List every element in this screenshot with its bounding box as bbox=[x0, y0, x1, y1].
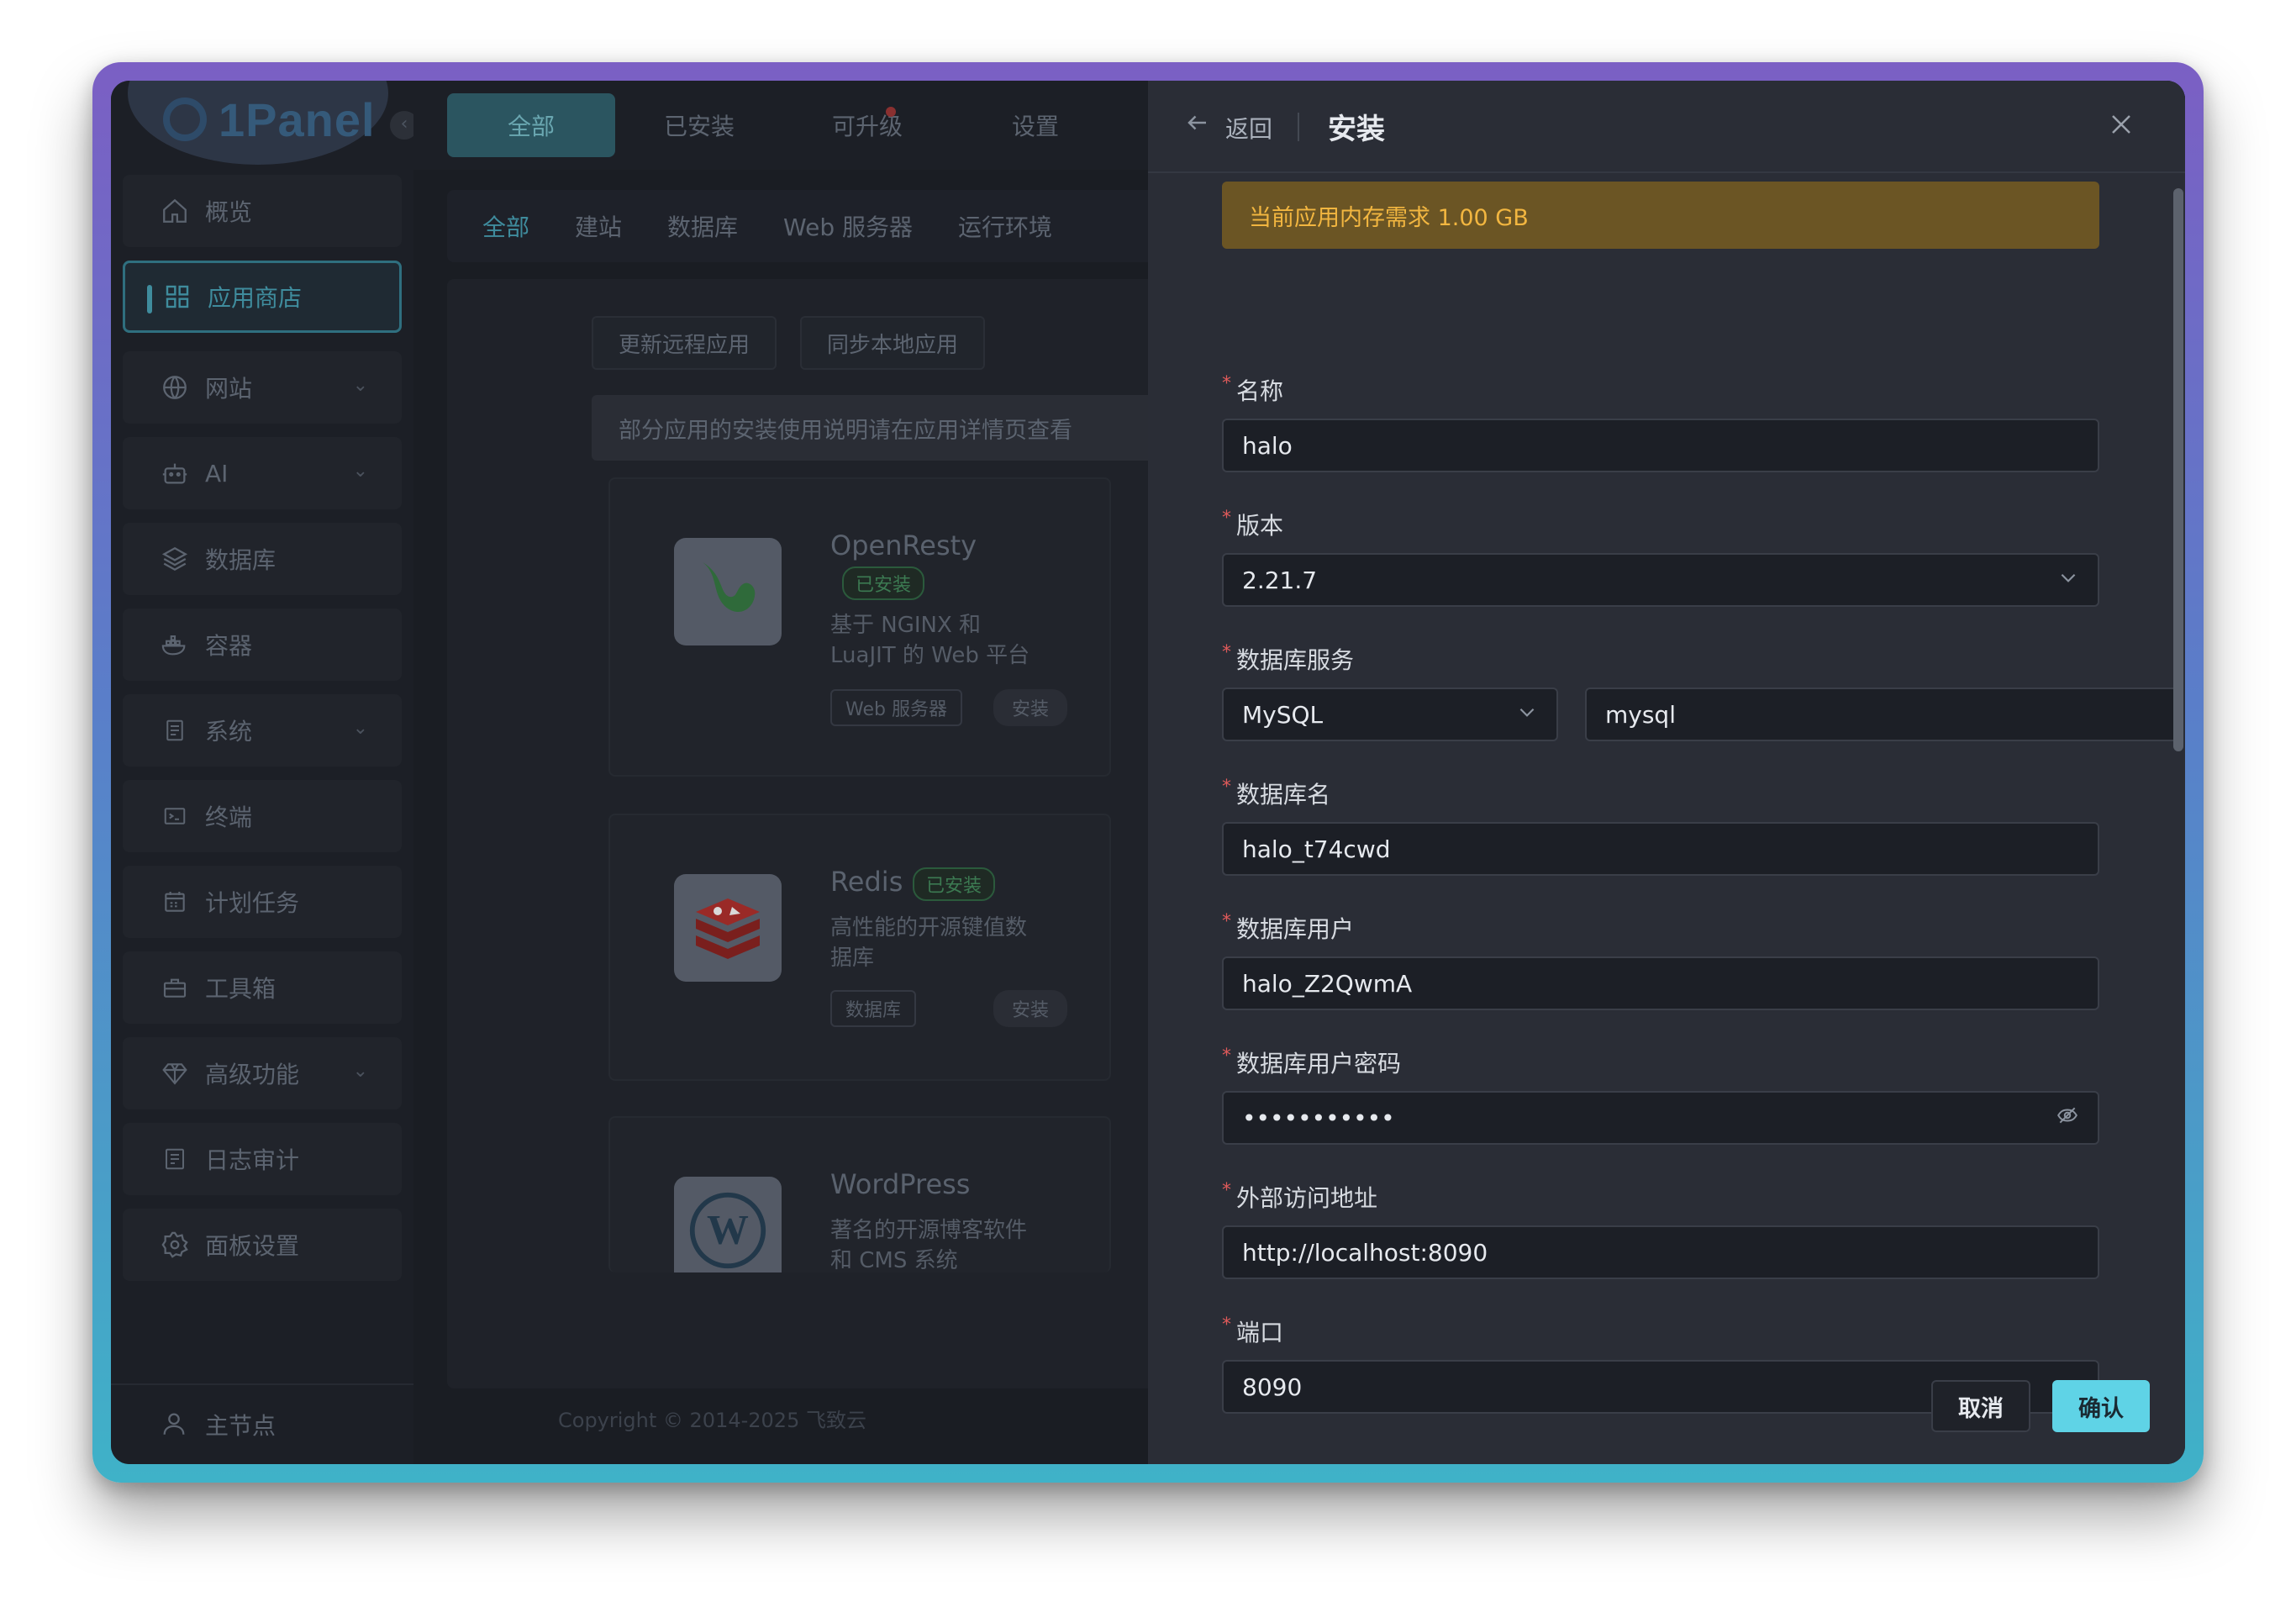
close-icon[interactable] bbox=[2103, 106, 2140, 143]
db-service-label: * 数据库服务 bbox=[1222, 642, 1355, 674]
layers-icon bbox=[160, 544, 190, 574]
db-name-label: * 数据库名 bbox=[1222, 777, 1331, 809]
sidebar-item-terminal[interactable]: 终端 bbox=[123, 780, 402, 852]
tab-all[interactable]: 全部 bbox=[447, 93, 615, 157]
sidebar-item-container[interactable]: 容器 bbox=[123, 609, 402, 681]
sync-local-apps-button[interactable]: 同步本地应用 bbox=[800, 316, 986, 370]
redis-logo bbox=[674, 874, 782, 982]
app-description: 高性能的开源键值数 据库 bbox=[830, 915, 1028, 971]
robot-icon bbox=[160, 458, 190, 488]
db-user-input[interactable]: halo_Z2QwmA bbox=[1222, 956, 2099, 1010]
scrollbar-thumb[interactable] bbox=[2173, 188, 2183, 751]
sidebar-item-ai[interactable]: AI ⌄ bbox=[123, 437, 402, 509]
toolbox-icon bbox=[160, 972, 190, 1003]
user-icon bbox=[160, 1409, 190, 1440]
memory-requirement-alert: 当前应用内存需求 1.00 GB bbox=[1222, 182, 2099, 249]
home-icon bbox=[160, 196, 190, 226]
chevron-down-icon: ⌄ bbox=[352, 461, 368, 482]
installed-badge: 已安装 bbox=[842, 566, 925, 600]
category-runtime[interactable]: 运行环境 bbox=[940, 201, 1071, 251]
app-description: 著名的开源博客软件 和 CMS 系统 bbox=[830, 1218, 1028, 1272]
update-remote-apps-button[interactable]: 更新远程应用 bbox=[592, 316, 777, 370]
sidebar-item-app-store[interactable]: 应用商店 bbox=[123, 261, 402, 333]
install-button[interactable]: 安装 bbox=[993, 990, 1068, 1027]
globe-icon bbox=[160, 372, 190, 403]
logo: 1Panel ‹ bbox=[111, 81, 419, 165]
db-password-label: * 数据库用户密码 bbox=[1222, 1046, 1402, 1077]
name-input[interactable]: halo bbox=[1222, 419, 2099, 472]
sidebar-menu: 概览 应用商店 网站 ⌄ AI ⌄ 数据库 容器 系统 ⌄ 终端 计划任务 工具… bbox=[123, 175, 402, 1294]
install-drawer: 返回 安装 当前应用内存需求 1.00 GB * 名称 halo * 版本 2.21… bbox=[1148, 81, 2185, 1464]
calendar-icon bbox=[160, 887, 190, 917]
tab-settings[interactable]: 设置 bbox=[951, 93, 1119, 157]
sidebar-item-overview[interactable]: 概览 bbox=[123, 175, 402, 247]
category-tag: Web 服务器 bbox=[830, 689, 962, 726]
db-type-select[interactable]: MySQL bbox=[1222, 688, 1558, 741]
db-name-input[interactable]: halo_t74cwd bbox=[1222, 822, 2099, 876]
vertical-scrollbar[interactable] bbox=[2173, 175, 2185, 1419]
app-window: 1Panel ‹ 概览 应用商店 网站 ⌄ AI ⌄ 数据库 容器 系统 ⌄ 终… bbox=[111, 81, 2185, 1464]
grid-icon bbox=[162, 282, 192, 312]
category-tag: 数据库 bbox=[830, 990, 917, 1027]
name-label: * 名称 bbox=[1222, 373, 1284, 405]
sidebar-item-system[interactable]: 系统 ⌄ bbox=[123, 694, 402, 767]
sidebar-item-panel-settings[interactable]: 面板设置 bbox=[123, 1209, 402, 1281]
sidebar-item-cron[interactable]: 计划任务 bbox=[123, 866, 402, 938]
chevron-down-icon: ⌄ bbox=[352, 718, 368, 739]
db-password-input[interactable]: ••••••••••• bbox=[1222, 1091, 2099, 1145]
chevron-down-icon bbox=[1516, 701, 1538, 729]
header-divider bbox=[1298, 113, 1299, 141]
installed-badge: 已安装 bbox=[913, 867, 996, 901]
node-selector[interactable]: 主节点 bbox=[111, 1383, 413, 1464]
app-card-openresty[interactable]: OpenResty 已安装 基于 NGINX 和 LuaJIT 的 Web 平台… bbox=[608, 477, 1111, 777]
confirm-button[interactable]: 确认 bbox=[2052, 1380, 2150, 1432]
external-url-label: * 外部访问地址 bbox=[1222, 1180, 1378, 1212]
openresty-logo bbox=[674, 538, 782, 645]
svg-text:W: W bbox=[707, 1206, 749, 1252]
back-arrow-icon[interactable] bbox=[1185, 109, 1210, 143]
docker-icon bbox=[160, 630, 190, 660]
app-description: 基于 NGINX 和 LuaJIT 的 Web 平台 bbox=[830, 613, 1030, 668]
update-dot bbox=[886, 107, 896, 117]
chevron-down-icon bbox=[2057, 566, 2079, 594]
sidebar-item-toolbox[interactable]: 工具箱 bbox=[123, 951, 402, 1024]
copyright: Copyright © 2014-2025 飞致云 bbox=[558, 1409, 866, 1432]
db-user-label: * 数据库用户 bbox=[1222, 911, 1355, 943]
gear-icon bbox=[160, 1230, 190, 1260]
category-web-server[interactable]: Web 服务器 bbox=[765, 201, 931, 251]
drawer-form: 当前应用内存需求 1.00 GB * 名称 halo * 版本 2.21.7 * 数据… bbox=[1148, 175, 2185, 1424]
external-url-input[interactable]: http://localhost:8090 bbox=[1222, 1225, 2099, 1279]
log-icon bbox=[160, 1144, 190, 1174]
terminal-icon bbox=[160, 801, 190, 831]
tab-installed[interactable]: 已安装 bbox=[615, 93, 783, 157]
category-website[interactable]: 建站 bbox=[556, 201, 640, 251]
sidebar-item-database[interactable]: 数据库 bbox=[123, 523, 402, 595]
logo-icon bbox=[163, 97, 207, 141]
sidebar-item-advanced[interactable]: 高级功能 ⌄ bbox=[123, 1037, 402, 1109]
chevron-down-icon: ⌄ bbox=[352, 1061, 368, 1082]
drawer-title: 安装 bbox=[1328, 113, 1385, 146]
category-database[interactable]: 数据库 bbox=[649, 201, 756, 251]
app-card-wordpress[interactable]: W WordPress 著名的开源博客软件 和 CMS 系统 bbox=[608, 1116, 1111, 1272]
sidebar-item-website[interactable]: 网站 ⌄ bbox=[123, 351, 402, 424]
drawer-header: 返回 安装 bbox=[1148, 81, 2185, 173]
wordpress-logo: W bbox=[674, 1177, 782, 1272]
chevron-down-icon: ⌄ bbox=[352, 375, 368, 396]
category-all[interactable]: 全部 bbox=[464, 201, 548, 251]
back-button[interactable]: 返回 bbox=[1225, 111, 1272, 145]
sidebar-item-log-audit[interactable]: 日志审计 bbox=[123, 1123, 402, 1195]
app-card-redis[interactable]: Redis 已安装 高性能的开源键值数 据库 数据库 安装 bbox=[608, 814, 1111, 1081]
version-label: * 版本 bbox=[1222, 508, 1284, 540]
diamond-icon bbox=[160, 1058, 190, 1088]
port-label: * 端口 bbox=[1222, 1315, 1284, 1346]
db-instance-select[interactable]: mysql bbox=[1585, 688, 2185, 741]
server-icon bbox=[160, 715, 190, 746]
eye-off-icon[interactable] bbox=[2056, 1104, 2079, 1132]
sidebar: 1Panel ‹ 概览 应用商店 网站 ⌄ AI ⌄ 数据库 容器 系统 ⌄ 终… bbox=[111, 81, 419, 1464]
install-button[interactable]: 安装 bbox=[993, 689, 1068, 726]
version-select[interactable]: 2.21.7 bbox=[1222, 553, 2099, 607]
tab-upgradable[interactable]: 可升级 bbox=[783, 93, 951, 157]
cancel-button[interactable]: 取消 bbox=[1931, 1380, 2030, 1432]
